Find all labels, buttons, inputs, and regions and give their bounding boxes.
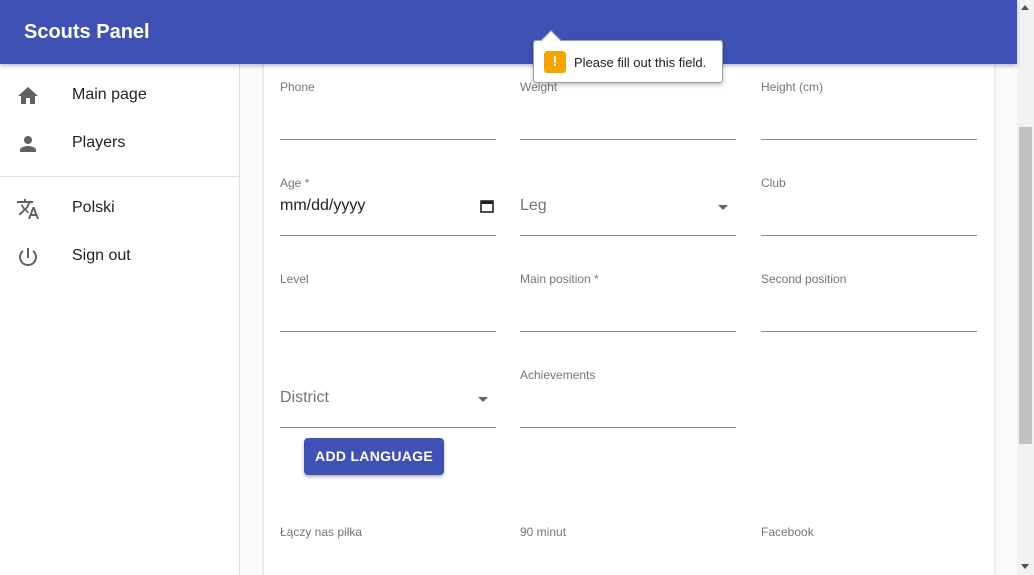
age-date-field[interactable]: Age * mm/dd/yyyy [280,176,496,236]
phone-label: Phone [280,80,315,94]
level-underline [280,331,496,332]
player-form-card: Phone Weight Height (cm) Age * mm/dd/yyy… [264,64,994,575]
nav-item-sign-out[interactable]: Sign out [0,233,239,281]
scroll-up-arrow-icon[interactable] [1021,5,1029,10]
drawer-divider [0,176,239,177]
main-position-field[interactable]: Main position * [520,272,736,332]
power-icon [16,245,40,269]
nav-item-players[interactable]: Players [0,120,239,168]
scrollbar-thumb[interactable] [1019,127,1032,444]
validation-message: Please fill out this field. [574,55,707,70]
club-underline [761,235,977,236]
second-position-underline [761,331,977,332]
leg-underline [520,235,736,236]
weight-field[interactable]: Weight [520,80,736,140]
leg-placeholder: Leg [520,197,547,214]
nav-item-language[interactable]: Polski [0,185,239,233]
age-underline [280,235,496,236]
achievements-underline [520,427,736,428]
dropdown-arrow-icon [718,205,728,210]
phone-underline [280,139,496,140]
nav-label-sign-out: Sign out [72,247,131,264]
nav-label-players: Players [72,134,126,151]
dropdown-arrow-icon [478,397,488,402]
nav-item-main-page[interactable]: Main page [0,72,239,120]
page-scrollbar[interactable] [1017,0,1034,575]
scroll-down-arrow-icon[interactable] [1021,564,1029,569]
level-label: Level [280,272,309,286]
nav-label-language: Polski [72,199,115,216]
club-field[interactable]: Club [761,176,977,236]
laczy-nas-pilka-label: Łączy nas piłka [280,525,363,539]
person-icon [16,132,40,156]
height-underline [761,139,977,140]
club-label: Club [761,176,786,190]
translate-icon [16,197,40,221]
age-date-value: mm/dd/yyyy [280,197,366,214]
second-position-label: Second position [761,272,847,286]
achievements-field[interactable]: Achievements [520,368,736,428]
add-language-button[interactable]: ADD LANGUAGE [304,438,444,475]
achievements-label: Achievements [520,368,596,382]
height-field[interactable]: Height (cm) [761,80,977,140]
side-drawer: Main page Players Polski Sign out [0,64,240,575]
level-field[interactable]: Level [280,272,496,332]
district-placeholder: District [280,389,329,406]
district-underline [280,427,496,428]
warning-icon: ! [544,51,566,73]
main-position-label: Main position * [520,272,599,286]
calendar-icon[interactable] [480,199,494,213]
phone-field[interactable]: Phone [280,80,496,140]
weight-underline [520,139,736,140]
main-content: Phone Weight Height (cm) Age * mm/dd/yyy… [240,64,1017,575]
laczy-nas-pilka-field[interactable]: Łączy nas piłka [280,525,496,575]
app-title: Scouts Panel [24,21,150,43]
age-label: Age * [280,176,310,190]
home-icon [16,84,40,108]
90-minut-label: 90 minut [520,525,567,539]
leg-select[interactable]: Leg [520,176,736,236]
height-label: Height (cm) [761,80,824,94]
app-bar: Scouts Panel [0,0,1017,64]
facebook-label: Facebook [761,525,814,539]
facebook-field[interactable]: Facebook [761,525,977,575]
validation-tooltip: ! Please fill out this field. [533,30,723,83]
90-minut-field[interactable]: 90 minut [520,525,736,575]
main-position-underline [520,331,736,332]
second-position-field[interactable]: Second position [761,272,977,332]
district-select[interactable]: District [280,368,496,428]
nav-label-main-page: Main page [72,86,147,103]
